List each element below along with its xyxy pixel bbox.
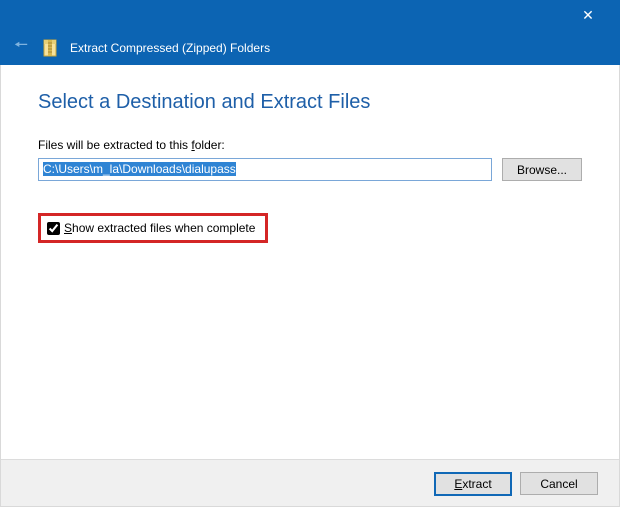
show-extracted-label[interactable]: Show extracted files when complete: [64, 221, 255, 235]
back-arrow-icon: 🠔: [14, 34, 32, 61]
content-area: Select a Destination and Extract Files F…: [0, 65, 620, 459]
destination-label: Files will be extracted to this folder:: [38, 138, 582, 152]
zip-folder-icon: [42, 37, 60, 59]
destination-input[interactable]: C:\Users\m_la\Downloads\dialupass: [38, 158, 492, 181]
titlebar: ✕: [0, 0, 620, 30]
browse-button[interactable]: Browse...: [502, 158, 582, 181]
destination-row: C:\Users\m_la\Downloads\dialupass Browse…: [38, 158, 582, 181]
header-bar: 🠔 Extract Compressed (Zipped) Folders: [0, 30, 620, 65]
cancel-button[interactable]: Cancel: [520, 472, 598, 495]
page-heading: Select a Destination and Extract Files: [38, 91, 582, 114]
footer: Extract Cancel: [0, 459, 620, 507]
extract-button[interactable]: Extract: [434, 472, 512, 496]
show-extracted-checkbox[interactable]: [47, 222, 60, 235]
window-title: Extract Compressed (Zipped) Folders: [70, 41, 270, 55]
close-icon[interactable]: ✕: [568, 0, 608, 30]
show-extracted-checkbox-group: Show extracted files when complete: [38, 213, 268, 243]
